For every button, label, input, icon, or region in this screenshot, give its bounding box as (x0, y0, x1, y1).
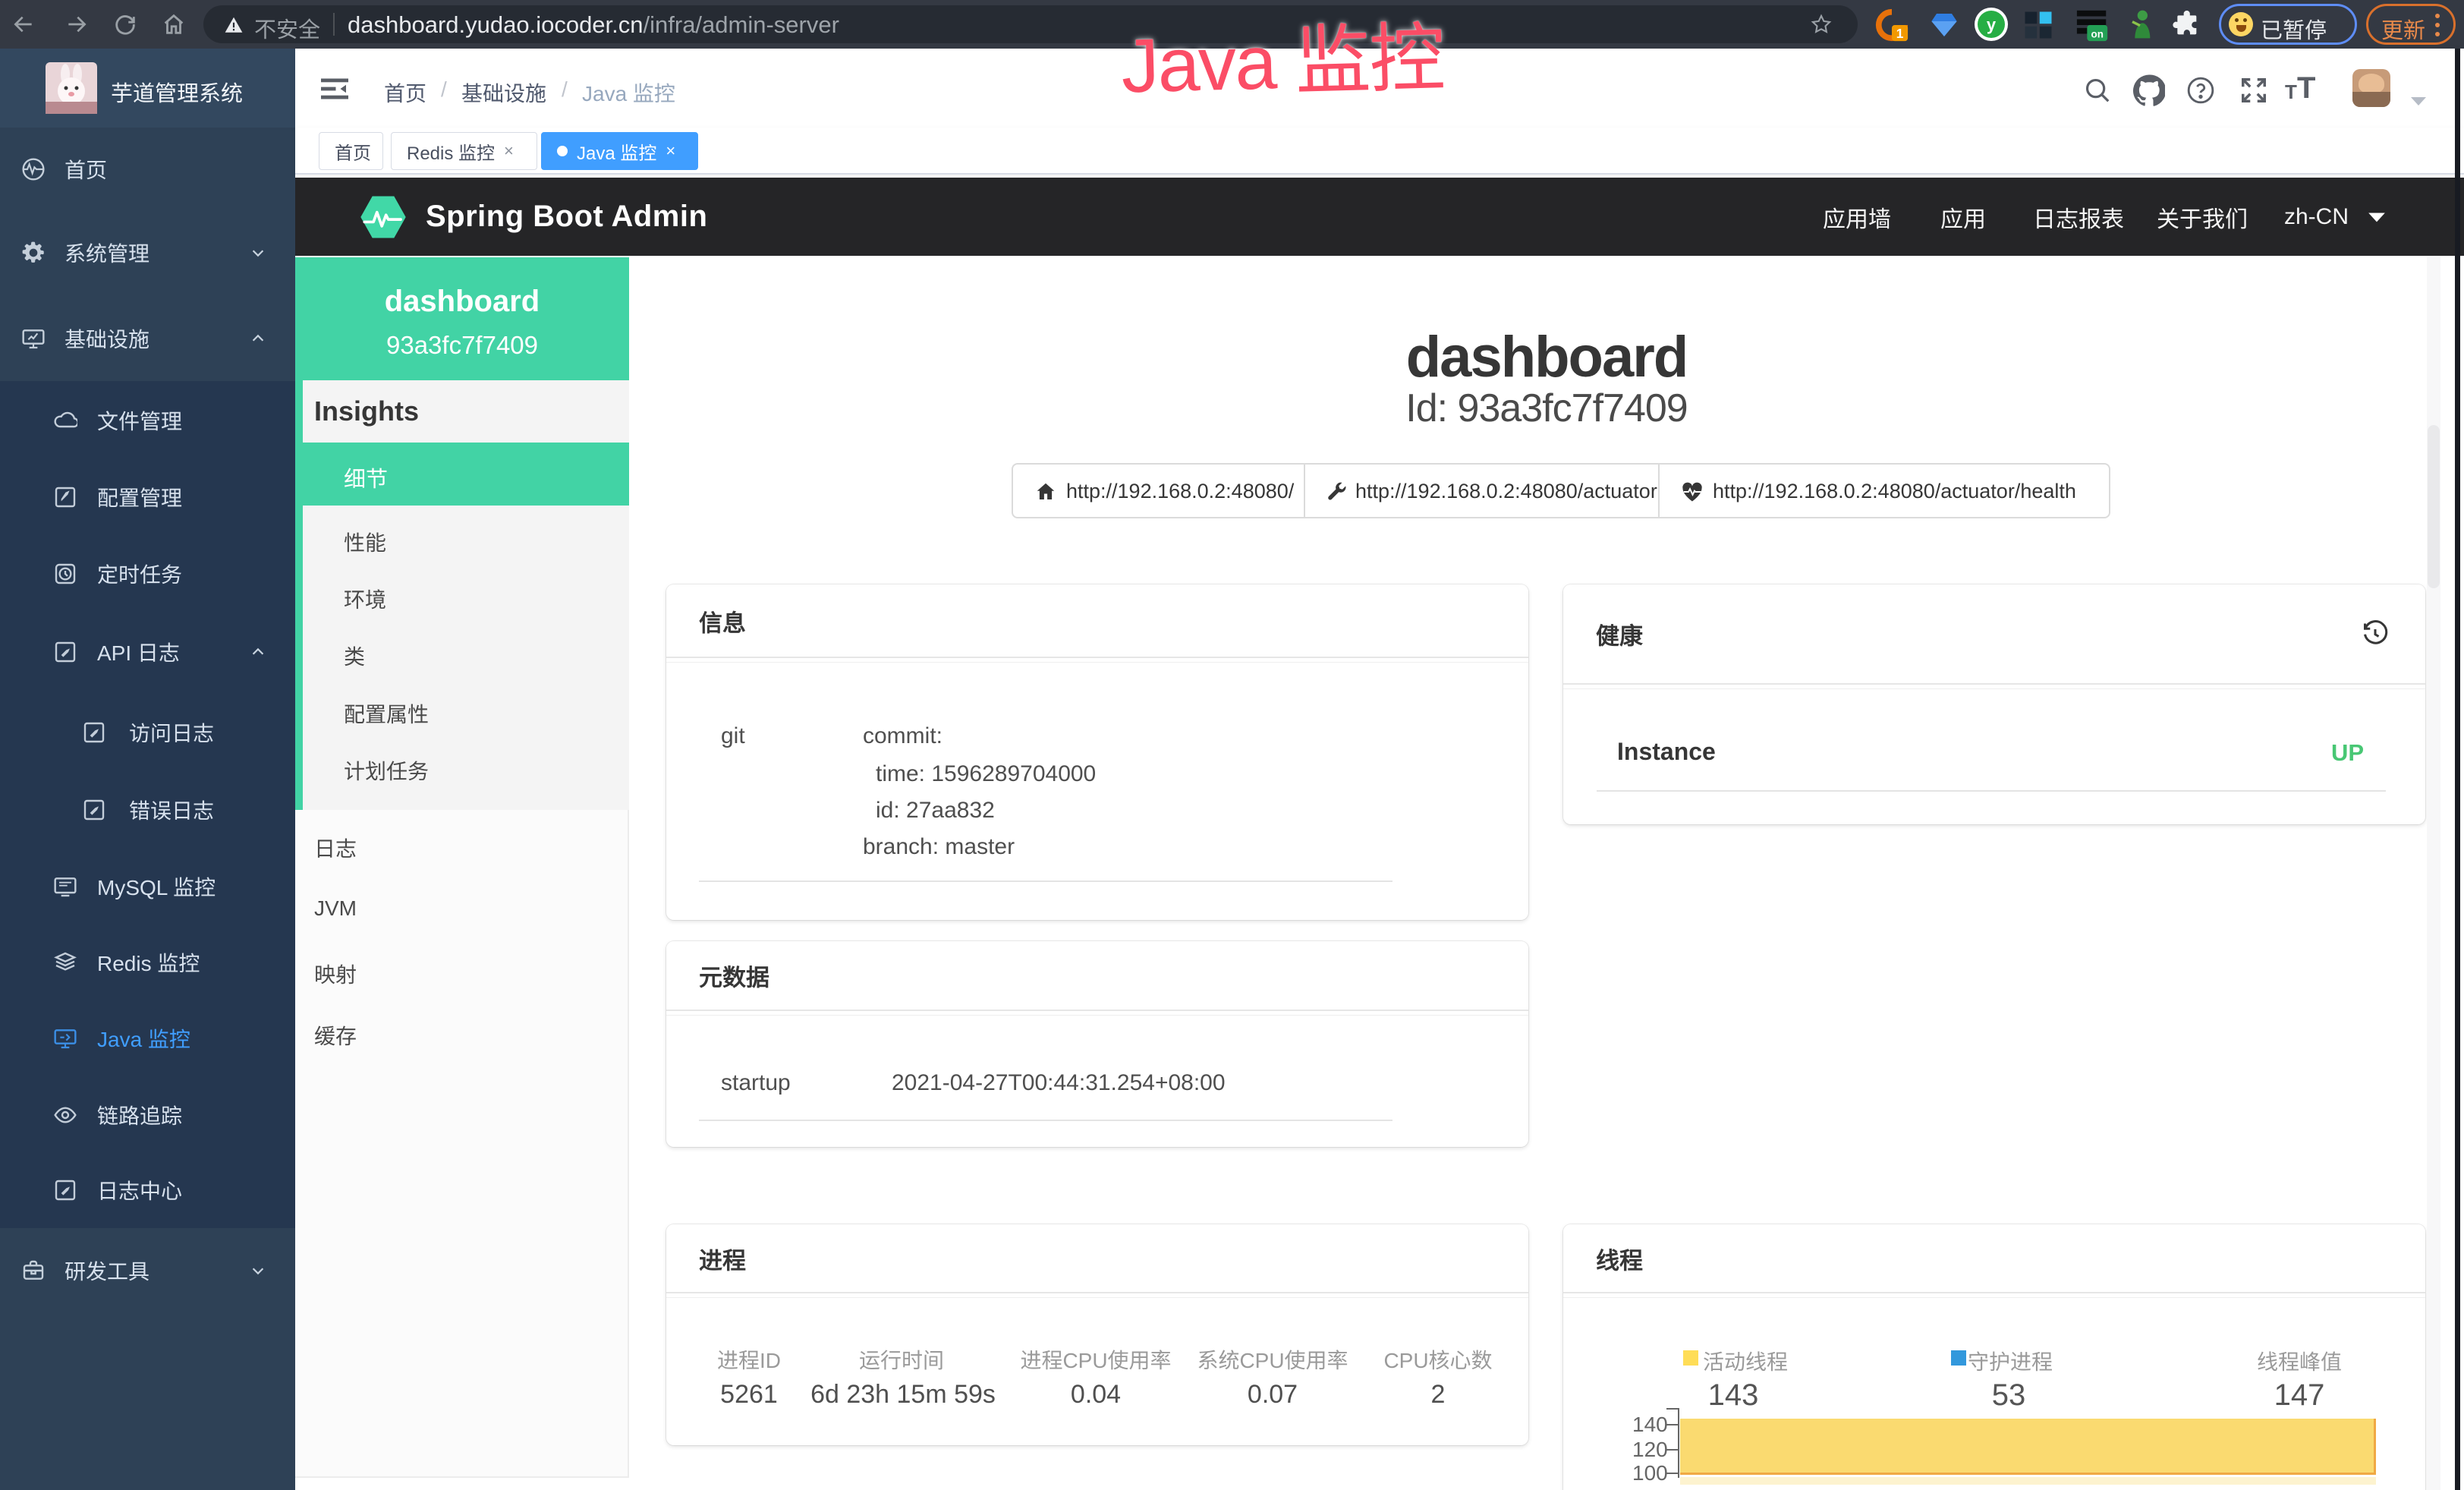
svg-text:on: on (2091, 28, 2104, 39)
svg-text:1: 1 (1896, 26, 1904, 41)
svg-text:y: y (1987, 15, 1997, 34)
